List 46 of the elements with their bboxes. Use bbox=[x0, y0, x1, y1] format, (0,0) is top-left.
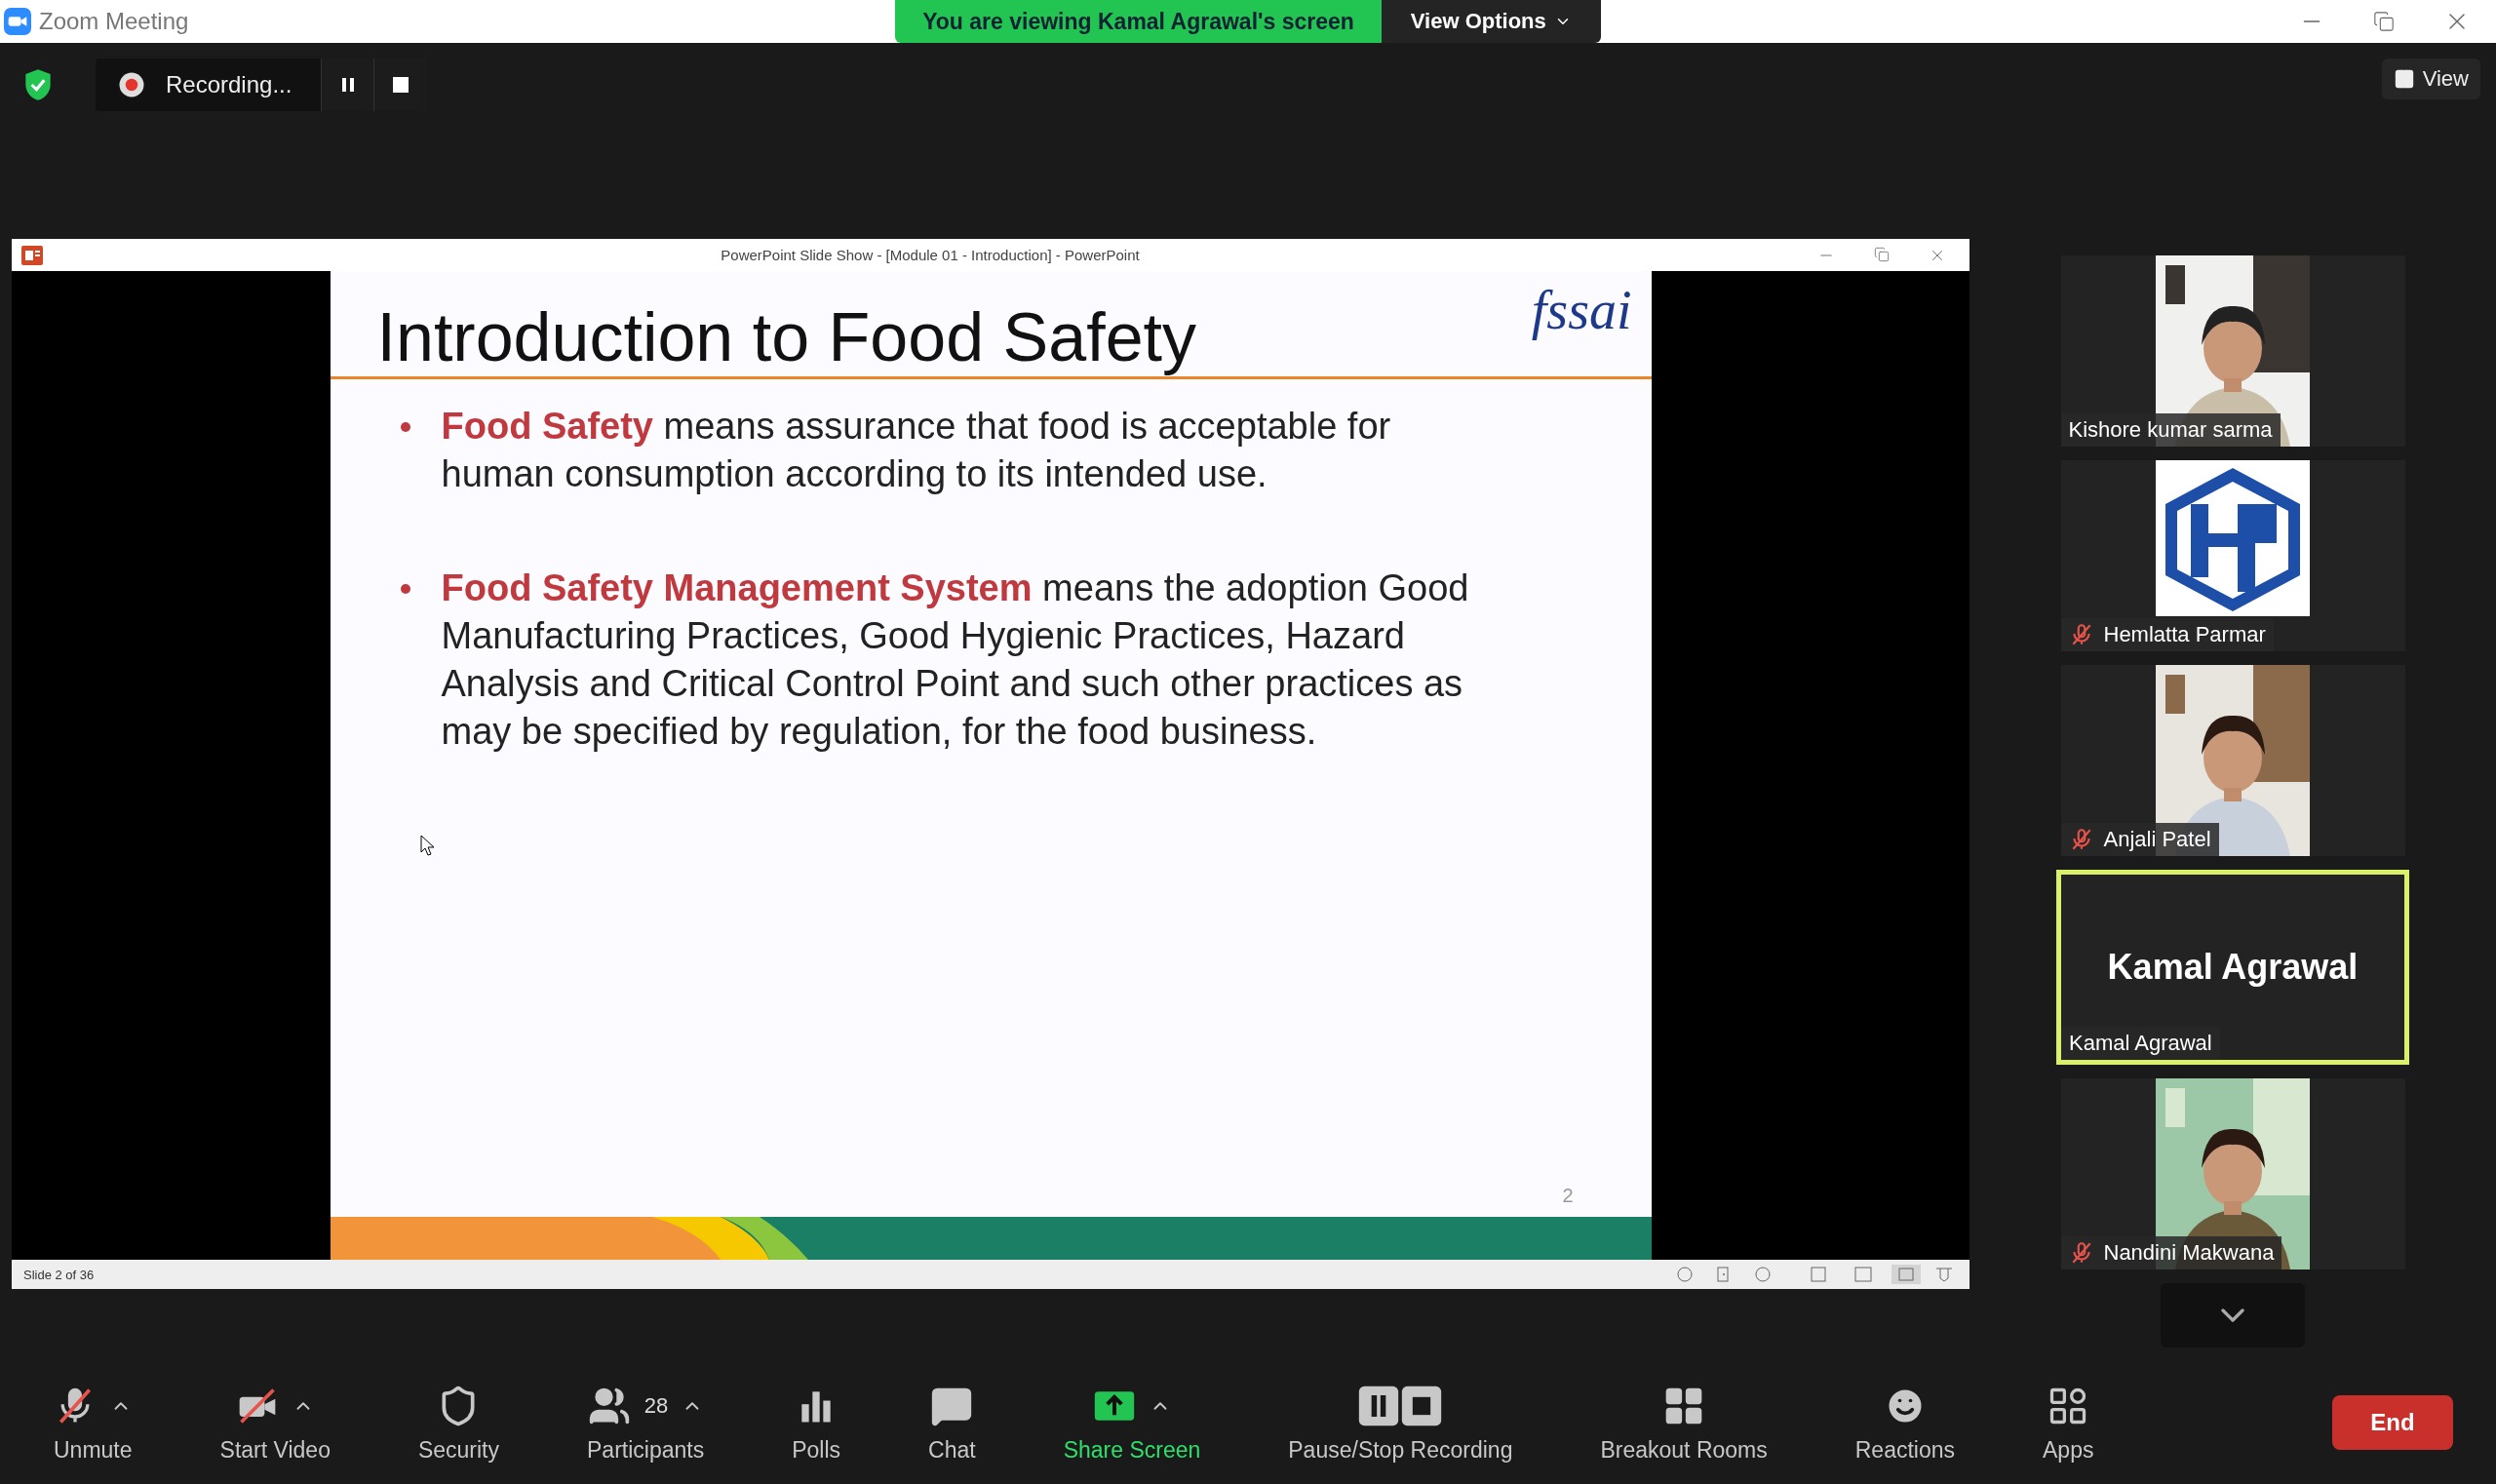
participant-tile[interactable]: Anjali Patel bbox=[2060, 665, 2405, 856]
toolbar-button[interactable]: Unmute bbox=[34, 1381, 152, 1464]
slide-title: Introduction to Food Safety bbox=[376, 298, 1196, 376]
participant-tile[interactable]: Hemlatta Parmar bbox=[2060, 460, 2405, 651]
toolbar-button[interactable]: Breakout Rooms bbox=[1580, 1381, 1787, 1464]
toolbar-button[interactable]: Share Screen bbox=[1043, 1381, 1221, 1464]
slide-counter: Slide 2 of 36 bbox=[23, 1267, 96, 1282]
bullet-icon bbox=[398, 582, 412, 596]
toolbar-button[interactable]: 28 Participants bbox=[567, 1381, 724, 1464]
participant-display-name: Kamal Agrawal bbox=[2107, 947, 2359, 988]
participant-name: Kishore kumar sarma bbox=[2068, 417, 2273, 443]
participant-name: Anjali Patel bbox=[2103, 827, 2211, 852]
toolbar-button[interactable]: Security bbox=[398, 1381, 519, 1464]
powerpoint-icon bbox=[21, 245, 43, 265]
toolbar-button[interactable]: Reactions bbox=[1835, 1381, 1975, 1464]
app-logo-icon bbox=[4, 8, 31, 35]
window-title: Zoom Meeting bbox=[39, 8, 189, 35]
participant-tile[interactable]: Nandini Makwana bbox=[2060, 1078, 2405, 1269]
sharing-banner: You are viewing Kamal Agrawal's screen bbox=[895, 0, 1382, 43]
window-title: PowerPoint Slide Show - [Module 01 - Introduction] - PowerPoint bbox=[720, 247, 1141, 263]
restore-icon[interactable] bbox=[2373, 11, 2395, 32]
view-button[interactable]: View bbox=[2381, 59, 2480, 99]
participant-tile[interactable]: Kishore kumar sarma bbox=[2060, 255, 2405, 447]
toolbar-button[interactable]: Start Video bbox=[200, 1381, 350, 1464]
page-number: 2 bbox=[1562, 1185, 1574, 1207]
bullet-text: Food Safety means assurance that food is acceptable for human consumption according to its intended use. bbox=[441, 405, 1392, 496]
recording-indicator: Recording... bbox=[96, 70, 322, 99]
cursor-icon bbox=[419, 835, 436, 856]
toolbar-button[interactable]: Chat bbox=[909, 1381, 995, 1464]
toolbar-button[interactable]: Apps bbox=[2023, 1381, 2114, 1464]
participant-name: Kamal Agrawal bbox=[2069, 1031, 2212, 1056]
record-icon bbox=[117, 70, 146, 99]
stop-icon bbox=[392, 77, 409, 93]
restore-icon[interactable] bbox=[1874, 246, 1890, 262]
end-button[interactable]: End bbox=[2332, 1394, 2453, 1450]
participant-name: Hemlatta Parmar bbox=[2103, 622, 2266, 647]
participant-count: 28 bbox=[644, 1393, 669, 1419]
bullet-text: Food Safety Management System means the adoption Good Manufacturing Practices, Good Hygienic Practices, Hazard Analysis and Critical Control Point and such other practices as may be specified by regulation, for the food business. bbox=[441, 566, 1470, 754]
toolbar-button[interactable]: Pause/Stop Recording bbox=[1268, 1381, 1533, 1464]
view-options-button[interactable]: View Options bbox=[1381, 0, 1601, 43]
pause-stop-icon bbox=[1357, 1385, 1444, 1427]
participant-tile[interactable]: Kamal Agrawal Kamal Agrawal bbox=[2056, 870, 2409, 1065]
bullet-icon bbox=[398, 420, 412, 434]
toolbar-button[interactable]: Polls bbox=[772, 1381, 861, 1464]
logo: fssai bbox=[1531, 279, 1632, 341]
participant-name: Nandini Makwana bbox=[2103, 1240, 2275, 1266]
